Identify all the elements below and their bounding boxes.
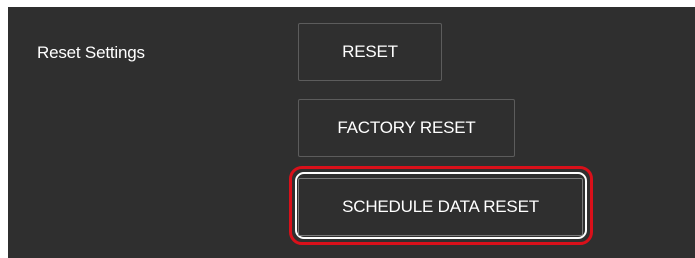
reset-settings-label: Reset Settings — [37, 43, 145, 62]
schedule-data-reset-button[interactable]: SCHEDULE DATA RESET — [298, 178, 583, 236]
reset-settings-panel: Reset Settings RESET FACTORY RESET SCHED… — [8, 7, 695, 258]
reset-button[interactable]: RESET — [298, 23, 442, 81]
factory-reset-button[interactable]: FACTORY RESET — [298, 99, 515, 157]
